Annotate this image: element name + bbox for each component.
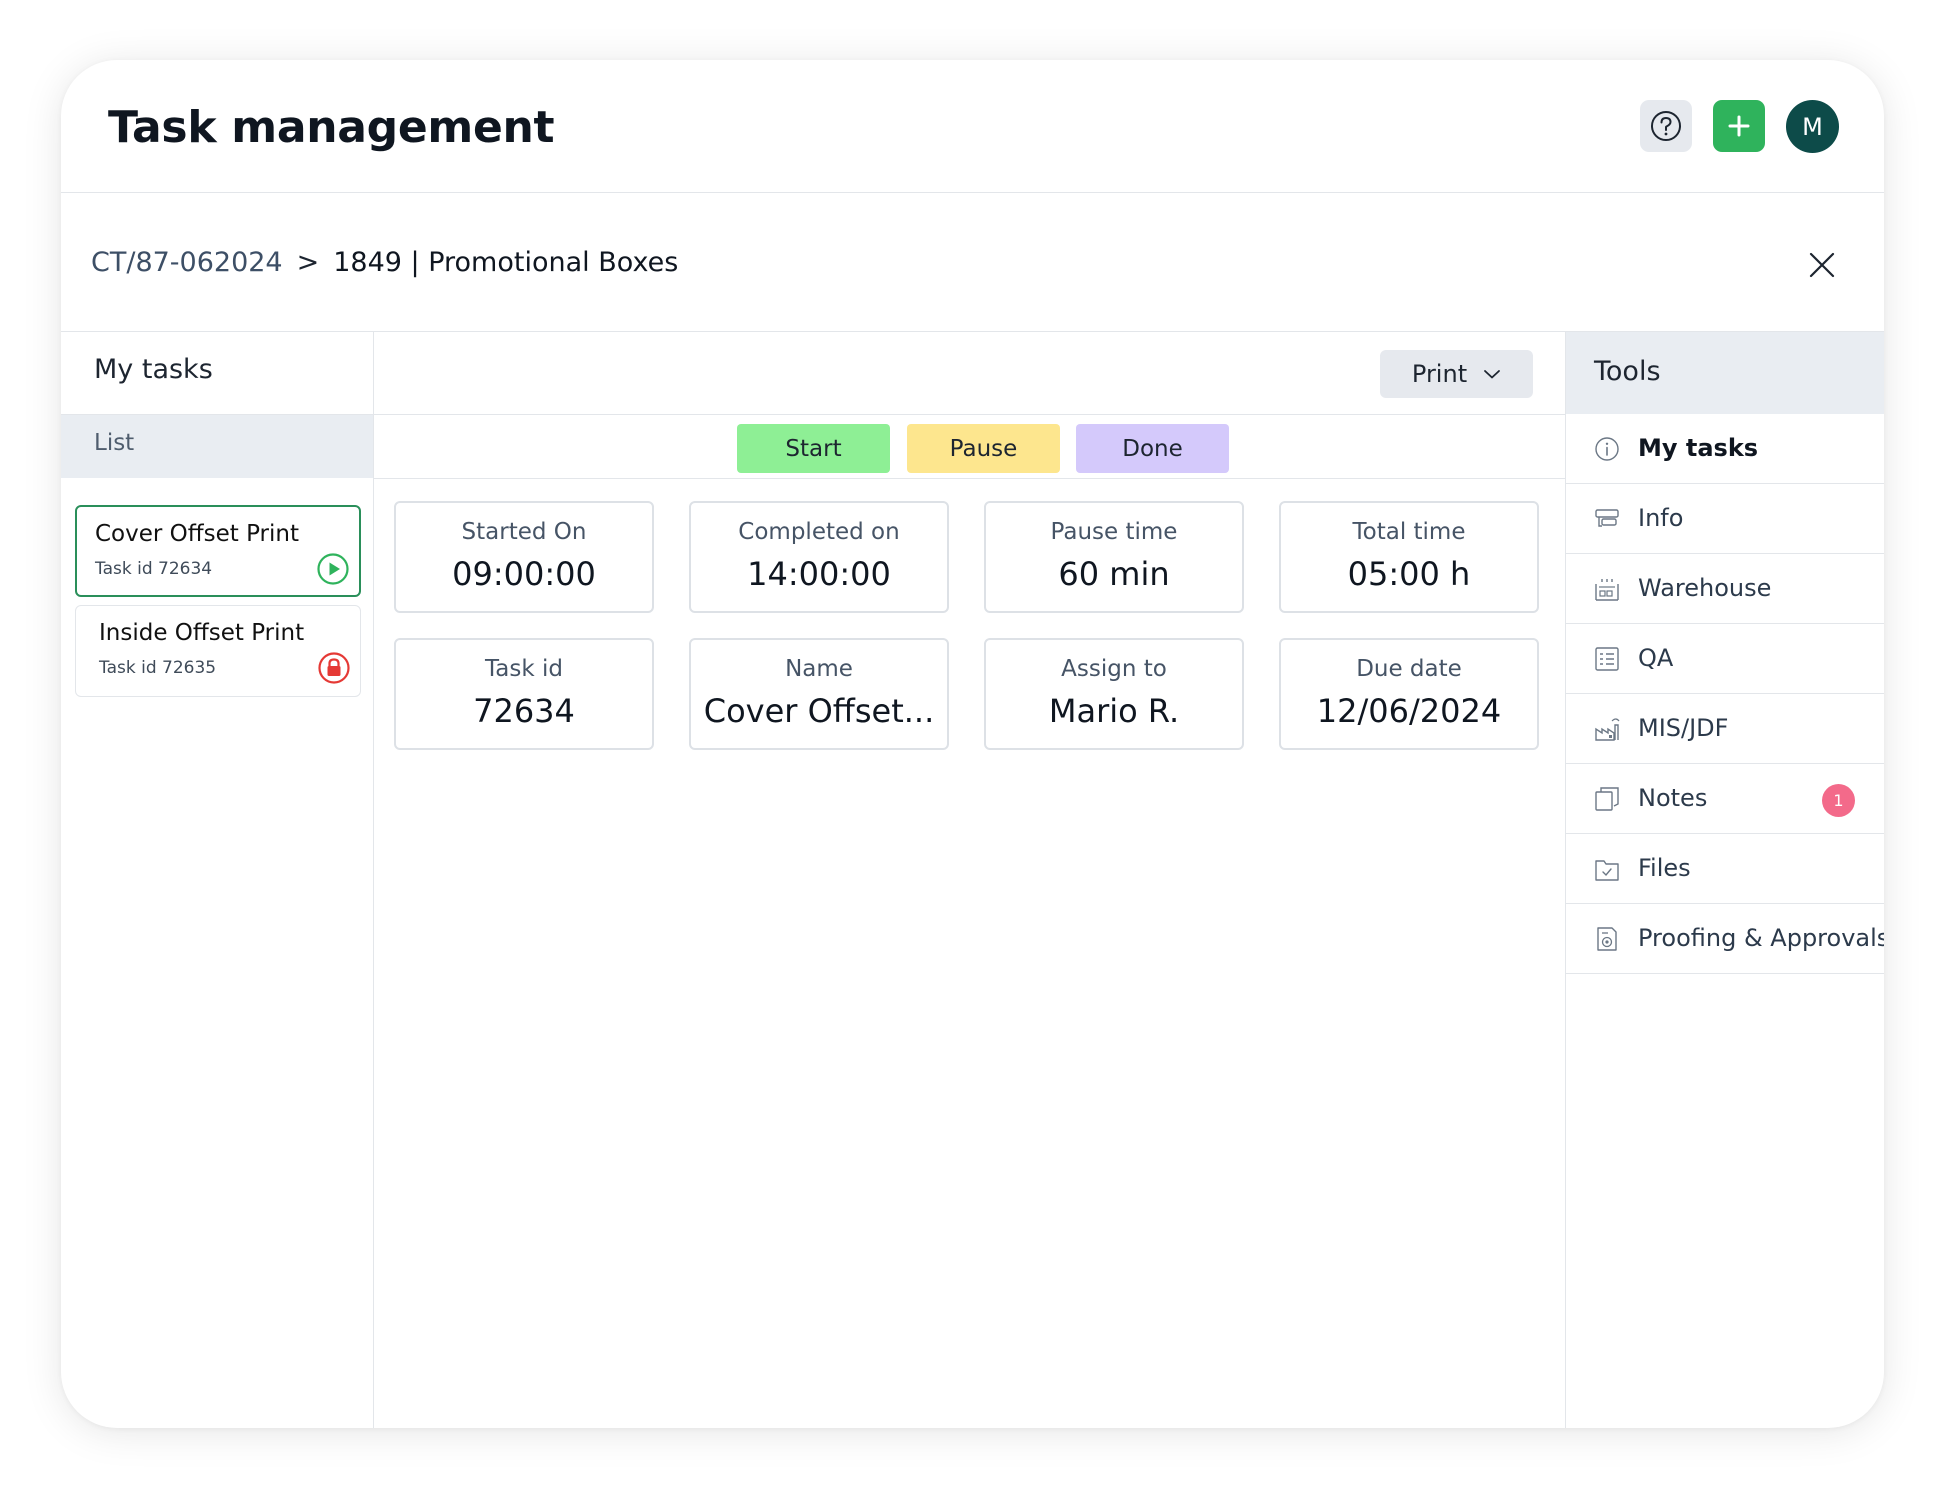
start-button[interactable]: Start	[737, 424, 890, 473]
info-card-icon	[1595, 509, 1619, 527]
card-value: Cover Offset...	[703, 692, 935, 730]
card-value: 60 min	[1058, 555, 1170, 593]
print-label: Print	[1411, 360, 1468, 388]
tool-item-notes[interactable]: Notes 1	[1566, 764, 1884, 834]
print-dropdown[interactable]: Print	[1380, 350, 1533, 398]
assign-to-card: Assign to Mario R.	[984, 638, 1244, 750]
warehouse-icon	[1595, 579, 1619, 601]
tool-label: My tasks	[1638, 434, 1759, 462]
card-value: 72634	[473, 692, 575, 730]
chevron-down-icon	[1484, 370, 1501, 379]
tool-label: Warehouse	[1638, 574, 1772, 602]
card-label: Assign to	[1061, 656, 1167, 682]
folder-check-icon	[1595, 860, 1619, 881]
action-bar-divider	[374, 478, 1565, 479]
list-header: List	[61, 414, 373, 478]
card-label: Completed on	[738, 519, 900, 545]
tools-title: Tools	[1594, 356, 1661, 387]
tools-header: Tools	[1566, 332, 1884, 414]
my-tasks-title: My tasks	[94, 354, 213, 385]
help-icon	[1651, 111, 1681, 141]
close-icon	[1809, 252, 1835, 278]
tool-label: QA	[1638, 644, 1674, 672]
card-value: 12/06/2024	[1316, 692, 1502, 730]
factory-icon	[1595, 718, 1620, 741]
play-icon[interactable]	[316, 552, 350, 586]
started-on-card: Started On 09:00:00	[394, 501, 654, 613]
my-tasks-panel: My tasks List Cover Offset Print Task id…	[61, 332, 374, 1428]
pause-time-card: Pause time 60 min	[984, 501, 1244, 613]
tool-item-mis-jdf[interactable]: MIS/JDF	[1566, 694, 1884, 764]
tool-item-my-tasks[interactable]: My tasks	[1566, 414, 1884, 484]
due-date-card: Due date 12/06/2024	[1279, 638, 1539, 750]
tools-panel: Tools My tasks Info Warehouse QA MIS/JDF…	[1565, 332, 1884, 1428]
card-label: Task id	[485, 656, 563, 682]
info-circle-icon	[1595, 437, 1619, 461]
tool-label: MIS/JDF	[1638, 714, 1729, 742]
total-time-card: Total time 05:00 h	[1279, 501, 1539, 613]
list-label: List	[94, 430, 135, 456]
tool-item-qa[interactable]: QA	[1566, 624, 1884, 694]
card-label: Total time	[1352, 519, 1466, 545]
card-value: 09:00:00	[452, 555, 596, 593]
task-name: Inside Offset Print	[99, 620, 305, 646]
breadcrumb-bar: CT/87-062024 > 1849 | Promotional Boxes	[61, 193, 1884, 332]
plus-icon	[1728, 115, 1750, 137]
task-name: Cover Offset Print	[95, 521, 299, 547]
pause-button[interactable]: Pause	[907, 424, 1060, 473]
task-id-card: Task id 72634	[394, 638, 654, 750]
card-label: Started On	[461, 519, 587, 545]
name-card: Name Cover Offset...	[689, 638, 949, 750]
card-value: Mario R.	[1048, 692, 1180, 730]
card-label: Pause time	[1050, 519, 1178, 545]
card-label: Name	[785, 656, 853, 682]
app-header: Task management M	[61, 60, 1884, 193]
breadcrumb: CT/87-062024 > 1849 | Promotional Boxes	[91, 247, 678, 278]
tool-label: Files	[1638, 854, 1691, 882]
my-tasks-header: My tasks	[61, 332, 373, 414]
done-button[interactable]: Done	[1076, 424, 1229, 473]
tool-label: Info	[1638, 504, 1684, 532]
lock-icon	[318, 652, 350, 684]
task-item-cover-offset-print[interactable]: Cover Offset Print Task id 72634	[75, 505, 361, 597]
tool-item-proofing-approvals[interactable]: Proofing & Approvals	[1566, 904, 1884, 974]
task-item-inside-offset-print[interactable]: Inside Offset Print Task id 72635	[75, 605, 361, 697]
proofing-icon	[1597, 927, 1617, 951]
tool-item-warehouse[interactable]: Warehouse	[1566, 554, 1884, 624]
task-management-window: Task management M CT/87-062024 > 1849 | …	[61, 60, 1884, 1428]
task-id: Task id 72634	[95, 559, 213, 579]
tool-label: Notes	[1638, 784, 1708, 812]
card-value: 05:00 h	[1347, 555, 1471, 593]
checklist-icon	[1595, 647, 1619, 671]
breadcrumb-current: 1849 | Promotional Boxes	[333, 247, 679, 278]
user-avatar[interactable]: M	[1786, 100, 1839, 153]
breadcrumb-separator: >	[296, 247, 320, 278]
panel-divider	[61, 414, 1565, 415]
tool-item-files[interactable]: Files	[1566, 834, 1884, 904]
page-title: Task management	[108, 102, 555, 153]
completed-on-card: Completed on 14:00:00	[689, 501, 949, 613]
tool-item-info[interactable]: Info	[1566, 484, 1884, 554]
card-value: 14:00:00	[747, 555, 891, 593]
notes-icon	[1595, 787, 1619, 811]
breadcrumb-parent-link[interactable]: CT/87-062024	[91, 247, 283, 278]
task-id: Task id 72635	[99, 658, 217, 678]
add-button[interactable]	[1713, 100, 1765, 152]
card-label: Due date	[1356, 656, 1462, 682]
close-button[interactable]	[1803, 246, 1841, 284]
notes-count-badge: 1	[1822, 784, 1855, 817]
help-button[interactable]	[1640, 100, 1692, 152]
tool-label: Proofing & Approvals	[1638, 924, 1884, 952]
